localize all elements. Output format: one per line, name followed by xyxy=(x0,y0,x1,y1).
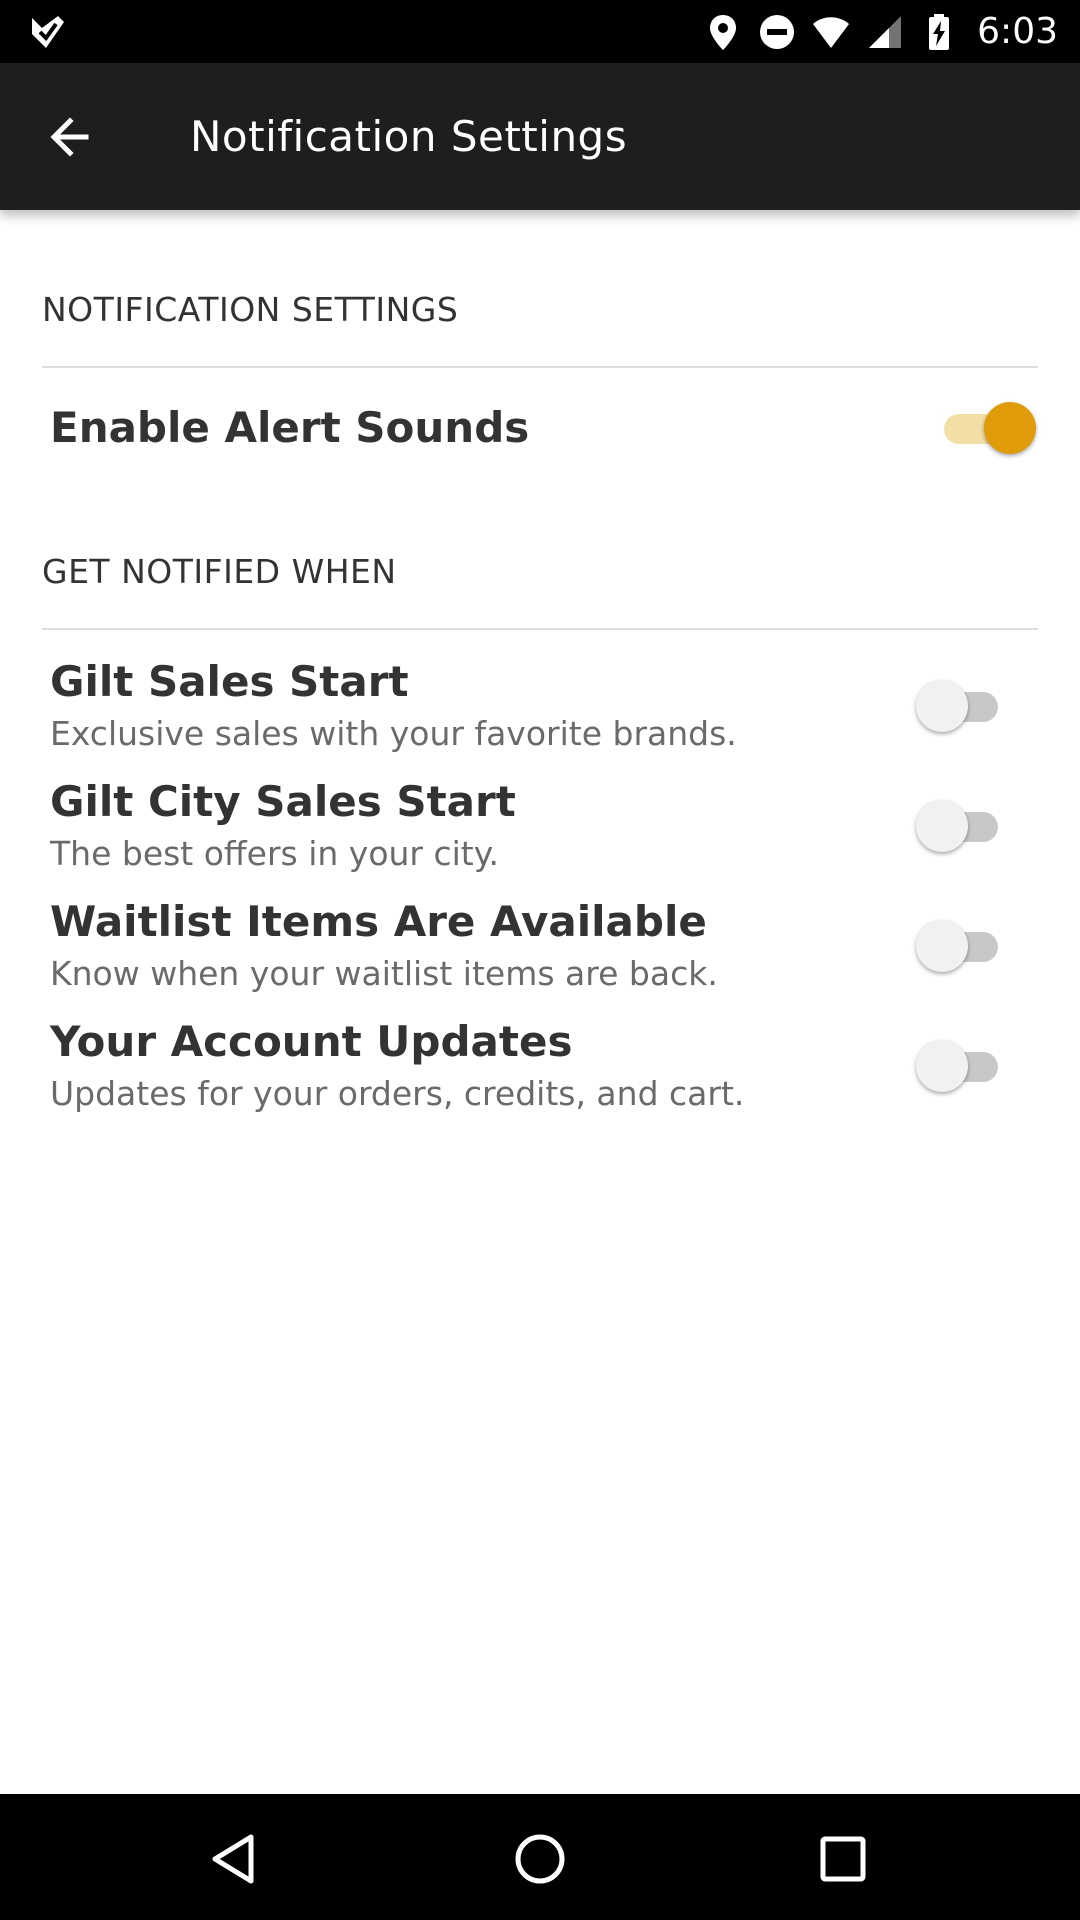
do-not-disturb-icon xyxy=(760,14,795,49)
gilt-city-sales-start-switch[interactable] xyxy=(916,796,1016,856)
setting-subtitle-your-account-updates: Updates for your orders, credits, and ca… xyxy=(50,1074,745,1113)
enable-alert-sounds-switch[interactable] xyxy=(936,398,1036,458)
divider xyxy=(42,628,1038,630)
back-button[interactable] xyxy=(34,101,106,173)
setting-title-enable-alert-sounds: Enable Alert Sounds xyxy=(50,403,530,452)
nav-home-button[interactable] xyxy=(505,1824,575,1894)
nav-recents-icon xyxy=(820,1836,866,1882)
waitlist-items-available-switch[interactable] xyxy=(916,916,1016,976)
setting-title-gilt-city-sales-start: Gilt City Sales Start xyxy=(50,777,516,826)
page-title: Notification Settings xyxy=(190,112,628,161)
setting-title-your-account-updates: Your Account Updates xyxy=(50,1017,573,1066)
battery-charging-icon xyxy=(929,13,950,50)
nav-back-button[interactable] xyxy=(200,1824,270,1894)
status-bar: 6:03 xyxy=(0,0,1080,63)
setting-subtitle-waitlist-items-available: Know when your waitlist items are back. xyxy=(50,954,718,993)
nav-back-icon xyxy=(212,1834,254,1884)
setting-subtitle-gilt-city-sales-start: The best offers in your city. xyxy=(50,834,500,873)
app-bar: Notification Settings xyxy=(0,63,1080,210)
divider xyxy=(42,366,1038,368)
switch-thumb xyxy=(916,800,968,852)
setting-subtitle-gilt-sales-start: Exclusive sales with your favorite brand… xyxy=(50,714,737,753)
setting-title-gilt-sales-start: Gilt Sales Start xyxy=(50,657,409,706)
wifi-icon xyxy=(813,16,850,48)
section-header-get-notified-when: GET NOTIFIED WHEN xyxy=(42,552,397,591)
setting-title-waitlist-items-available: Waitlist Items Are Available xyxy=(50,897,707,946)
switch-thumb xyxy=(916,1040,968,1092)
location-icon xyxy=(710,14,737,50)
switch-thumb xyxy=(984,402,1036,454)
screen: 6:03 Notification Settings NOTIFICATION … xyxy=(0,0,1080,1920)
nav-home-icon xyxy=(515,1834,565,1884)
section-header-notification-settings: NOTIFICATION SETTINGS xyxy=(42,290,459,329)
status-time: 6:03 xyxy=(977,11,1058,52)
signal-icon xyxy=(869,15,902,48)
arrow-back-icon xyxy=(50,117,89,157)
system-nav-bar xyxy=(0,1794,1080,1920)
gilt-sales-start-switch[interactable] xyxy=(916,676,1016,736)
app-notification-icon xyxy=(32,16,64,48)
switch-thumb xyxy=(916,680,968,732)
your-account-updates-switch[interactable] xyxy=(916,1036,1016,1096)
switch-thumb xyxy=(916,920,968,972)
nav-recents-button[interactable] xyxy=(808,1824,878,1894)
